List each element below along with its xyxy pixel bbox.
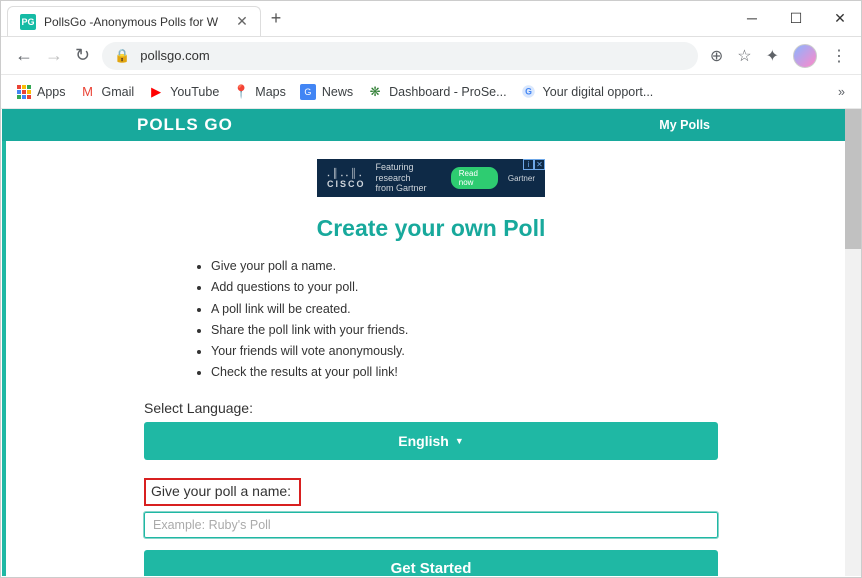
ad-line2: from Gartner xyxy=(376,183,441,194)
lock-icon: 🔒 xyxy=(114,48,130,64)
dashboard-icon: ❋ xyxy=(367,84,383,100)
forward-button[interactable]: → xyxy=(45,45,63,66)
ad-cta[interactable]: Read now xyxy=(451,167,498,189)
gmail-icon: M xyxy=(80,84,96,100)
maps-icon: 📍 xyxy=(233,84,249,100)
poll-name-input[interactable] xyxy=(144,512,718,538)
my-polls-link[interactable]: My Polls xyxy=(659,118,710,132)
ad-brand: ․║․․║․CISCO xyxy=(327,168,366,189)
tab-title: PollsGo -Anonymous Polls for W xyxy=(44,15,218,29)
scrollbar[interactable] xyxy=(845,109,861,576)
back-button[interactable]: ← xyxy=(15,45,33,66)
minimize-button[interactable]: ─ xyxy=(739,5,765,31)
youtube-bookmark[interactable]: ▶YouTube xyxy=(148,84,219,100)
language-select[interactable]: English ▼ xyxy=(144,422,718,460)
youtube-icon: ▶ xyxy=(148,84,164,100)
ad-partner: Gartner xyxy=(508,174,535,183)
close-window-button[interactable]: ✕ xyxy=(827,5,853,31)
list-item: Give your poll a name. xyxy=(211,256,711,277)
news-bookmark[interactable]: GNews xyxy=(300,84,353,100)
star-icon[interactable]: ☆ xyxy=(737,46,751,66)
news-icon: G xyxy=(300,84,316,100)
site-header: POLLS GO My Polls xyxy=(2,109,860,141)
list-item: Your friends will vote anonymously. xyxy=(211,341,711,362)
google-icon: G xyxy=(521,84,537,100)
get-started-button[interactable]: Get Started xyxy=(144,550,718,577)
scroll-thumb[interactable] xyxy=(845,109,861,249)
dashboard-bookmark[interactable]: ❋Dashboard - ProSe... xyxy=(367,84,506,100)
reload-button[interactable]: ↻ xyxy=(75,45,90,66)
ad-banner[interactable]: ․║․․║․CISCO Featuring research from Gart… xyxy=(317,159,545,197)
page-title: Create your own Poll xyxy=(317,215,546,242)
profile-avatar[interactable] xyxy=(793,44,817,68)
browser-tab[interactable]: PG PollsGo -Anonymous Polls for W ✕ xyxy=(7,6,261,36)
list-item: Add questions to your poll. xyxy=(211,277,711,298)
new-tab-button[interactable]: + xyxy=(271,8,282,29)
address-bar[interactable]: 🔒 pollsgo.com xyxy=(102,42,698,70)
gmail-bookmark[interactable]: MGmail xyxy=(80,84,135,100)
menu-icon[interactable]: ⋮ xyxy=(831,46,847,66)
maximize-button[interactable]: ☐ xyxy=(783,5,809,31)
svg-text:G: G xyxy=(525,87,532,97)
apps-icon xyxy=(17,85,31,99)
bookmarks-overflow[interactable]: » xyxy=(838,85,845,99)
ad-info-icon[interactable]: i xyxy=(523,159,534,170)
list-item: Check the results at your poll link! xyxy=(211,362,711,383)
zoom-icon[interactable]: ⊕ xyxy=(710,46,723,66)
close-tab-icon[interactable]: ✕ xyxy=(236,13,248,30)
apps-bookmark[interactable]: Apps xyxy=(17,85,66,99)
digital-bookmark[interactable]: GYour digital opport... xyxy=(521,84,654,100)
maps-bookmark[interactable]: 📍Maps xyxy=(233,84,286,100)
ad-close-icon[interactable]: ✕ xyxy=(534,159,545,170)
instructions-list: Give your poll a name. Add questions to … xyxy=(151,256,711,384)
name-label-highlight: Give your poll a name: xyxy=(144,478,301,506)
ad-line1: Featuring research xyxy=(376,162,441,184)
list-item: A poll link will be created. xyxy=(211,299,711,320)
chevron-down-icon: ▼ xyxy=(455,436,464,446)
list-item: Share the poll link with your friends. xyxy=(211,320,711,341)
extensions-icon[interactable]: ✦ xyxy=(766,46,779,66)
poll-name-label: Give your poll a name: xyxy=(151,483,291,499)
language-label: Select Language: xyxy=(144,400,718,416)
favicon-icon: PG xyxy=(20,14,36,30)
url-text: pollsgo.com xyxy=(140,48,209,63)
brand-logo[interactable]: POLLS GO xyxy=(137,115,233,135)
